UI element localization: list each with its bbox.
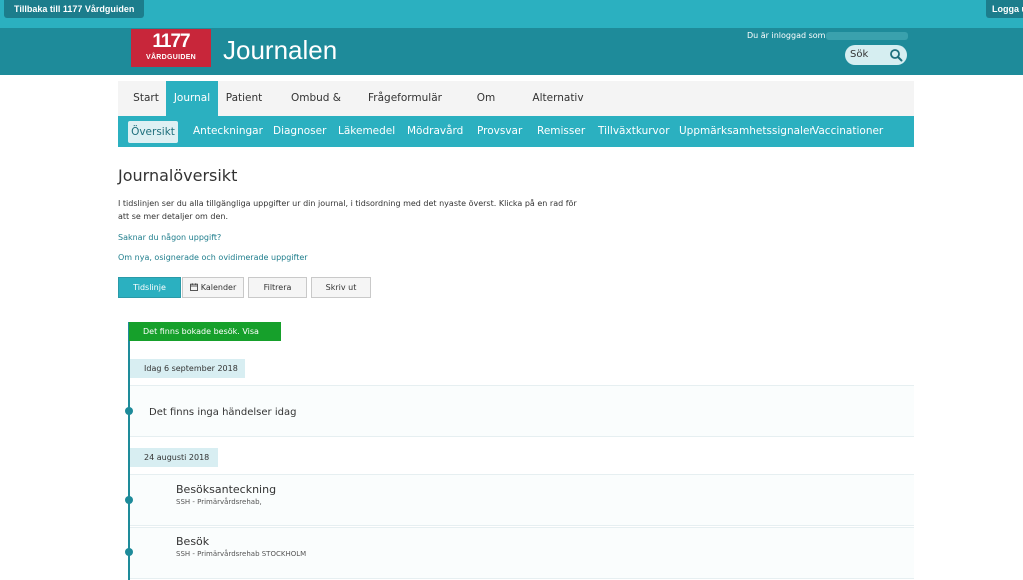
nav-frageformular[interactable]: Frågeformulär [368,81,442,116]
logout-button[interactable]: Logga ut [986,0,1023,18]
date-tag-today: Idag 6 september 2018 [130,359,245,378]
timeline-row-besok[interactable]: Besök SSH - Primärvårdsrehab STOCKHOLM [130,527,914,579]
entry-title: Besök [176,535,210,548]
app-title: Journalen [223,35,338,65]
page-title: Journalöversikt [118,166,238,185]
subnav-tillvaxtkurvor[interactable]: Tillväxtkurvor [598,116,670,147]
nav-ombud-loggar[interactable]: Ombud & loggar [276,81,356,139]
calendar-button-label: Kalender [200,283,237,292]
entry-subtitle: SSH - Primärvårdsrehab STOCKHOLM [176,550,307,558]
filter-button-label: Filtrera [263,283,292,292]
subnav-diagnoser[interactable]: Diagnoser [273,116,326,147]
subnav-provsvar[interactable]: Provsvar [477,116,522,147]
logged-in-label: Du är inloggad som: [747,31,829,40]
back-to-1177-button[interactable]: Tillbaka till 1177 Vårdguiden [4,0,145,18]
nav-start[interactable]: Start [128,81,164,116]
print-button-label: Skriv ut [325,283,357,292]
main-nav: Start Journal Patient Ombud & loggar Frå… [118,81,914,139]
logo-number: 1177 [152,31,190,52]
nav-journal[interactable]: Journal [166,81,218,116]
missing-info-link[interactable]: Saknar du någon uppgift? [118,233,221,242]
subnav-uppmarksamhetssignaler[interactable]: Uppmärksamhetssignaler [679,116,814,147]
subnav-remisser[interactable]: Remisser [537,116,585,147]
subnav-anteckningar[interactable]: Anteckningar [193,116,263,147]
entry-title: Besöksanteckning [176,483,277,496]
subnav-modravard[interactable]: Mödravård [407,116,463,147]
subnav-oversikt[interactable]: Översikt [128,121,178,143]
subnav-vaccinationer[interactable]: Vaccinationer [812,116,883,147]
username-redacted [826,32,908,40]
search-box[interactable]: Sök [845,45,907,65]
nav-om-journalen[interactable]: Om Journalen [452,81,520,139]
logo-text: VÅRDGUIDEN [145,54,197,61]
booked-visits-banner[interactable]: Det finns bokade besök. Visa [129,322,281,341]
unsigned-info-link[interactable]: Om nya, osignerade och ovidimerade uppgi… [118,253,308,262]
timeline-view-button[interactable]: Tidslinje [118,277,181,298]
intro-text: I tidslinjen ser du alla tillgängliga up… [118,199,577,221]
timeline-row-besoksanteckning[interactable]: Besöksanteckning SSH - Primärvårdsrehab, [130,474,914,526]
timeline-dot [125,496,133,504]
nav-patient[interactable]: Patient [224,81,264,116]
top-strip: Tillbaka till 1177 Vårdguiden Logga ut [0,0,1023,28]
timeline-dot [125,407,133,415]
entry-subtitle: SSH - Primärvårdsrehab, [176,498,262,506]
sub-nav: Översikt Anteckningar Diagnoser Läkemede… [118,116,914,147]
search-input[interactable]: Sök [850,49,868,60]
logo-1177-vardguiden[interactable]: 1177 VÅRDGUIDEN [131,29,211,67]
header: 1177 VÅRDGUIDEN Journalen Du är inloggad… [0,28,1023,75]
timeline-dot [125,548,133,556]
timeline-row-empty: Det finns inga händelser idag [130,385,914,437]
no-events-text: Det finns inga händelser idag [149,407,297,418]
date-tag-24-aug: 24 augusti 2018 [130,448,218,467]
print-button[interactable]: Skriv ut [311,277,371,298]
subnav-lakemedel[interactable]: Läkemedel [338,116,395,147]
timeline-button-label: Tidslinje [133,283,166,292]
filter-button[interactable]: Filtrera [248,277,307,298]
calendar-icon [189,283,198,291]
search-icon[interactable] [889,48,903,62]
nav-alternativ[interactable]: Alternativ [532,81,584,116]
calendar-view-button[interactable]: Kalender [182,277,244,298]
